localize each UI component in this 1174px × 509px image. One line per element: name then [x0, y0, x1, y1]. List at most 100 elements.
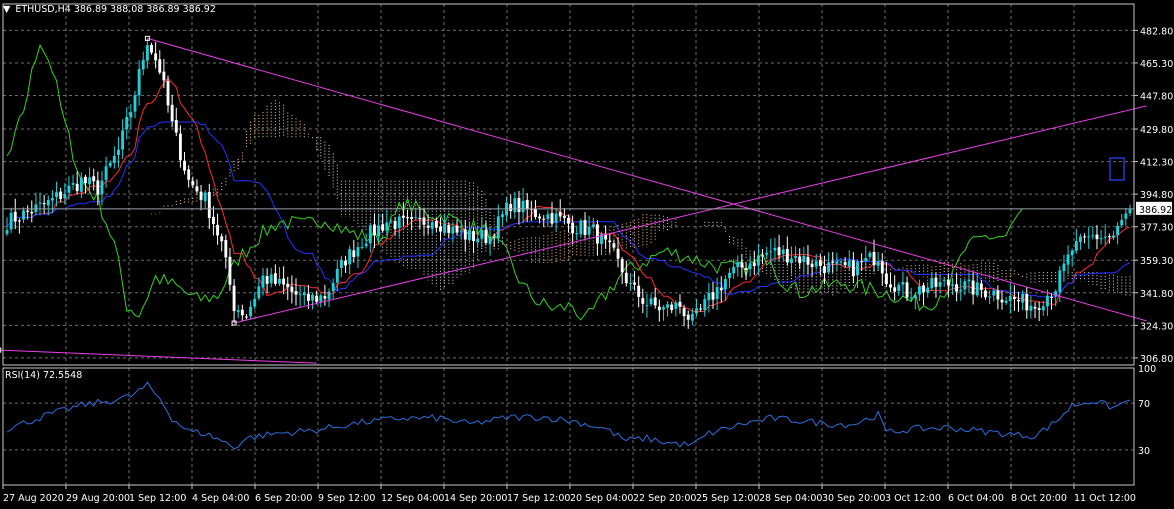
candle-body — [765, 252, 769, 255]
candle — [1095, 225, 1099, 250]
candle — [121, 119, 125, 159]
candle-body — [100, 180, 104, 195]
candle-body — [108, 162, 112, 167]
time-tick-label: 1 Sep 12:00 — [129, 493, 186, 504]
candle-body — [798, 256, 802, 264]
candle — [843, 257, 847, 268]
candle — [703, 294, 707, 317]
candle-body — [715, 287, 719, 299]
candles[interactable] — [5, 38, 1132, 329]
candle — [682, 304, 686, 327]
candle-body — [286, 283, 290, 288]
candle — [670, 301, 674, 314]
candle-body — [534, 209, 537, 218]
candle — [150, 42, 153, 55]
candle — [686, 310, 690, 329]
candle-body — [467, 230, 471, 241]
candle — [1070, 248, 1074, 267]
candle-body — [46, 200, 50, 206]
candle — [1116, 222, 1120, 245]
candle-body — [145, 45, 149, 61]
candle — [624, 260, 628, 287]
price-tick-label: 465.30 — [1140, 59, 1173, 70]
candle-body — [711, 292, 715, 300]
candle — [975, 273, 979, 298]
candle-body — [1128, 208, 1132, 214]
time-tick-label: 9 Sep 12:00 — [318, 493, 375, 504]
candle — [352, 240, 356, 263]
candle-body — [740, 262, 744, 268]
candle-body — [868, 252, 872, 257]
candle-body — [723, 279, 727, 290]
candle — [216, 213, 220, 245]
candle-body — [158, 59, 162, 73]
candle-body — [513, 198, 517, 213]
candle — [455, 219, 459, 236]
candle — [525, 193, 529, 223]
candle-body — [9, 212, 13, 230]
candle — [133, 90, 137, 119]
menu-marker-icon[interactable]: ▼ — [3, 4, 10, 15]
time-axis: 27 Aug 2020 29 Aug 20:001 Sep 12:00 4 Sep … — [2, 485, 1136, 504]
candle — [608, 233, 612, 254]
candle — [381, 213, 385, 233]
time-tick-label: 14 Sep 20:00 — [444, 493, 507, 504]
candle — [92, 168, 96, 191]
candle-body — [562, 215, 566, 219]
candle-body — [818, 260, 822, 267]
candle-body — [769, 251, 773, 253]
candle — [723, 275, 727, 301]
candle — [917, 279, 921, 302]
candle-body — [777, 247, 781, 256]
candle-body — [88, 177, 92, 185]
candle-body — [22, 210, 25, 220]
candle — [183, 151, 186, 175]
candle — [942, 277, 946, 287]
candle-body — [298, 294, 302, 296]
candle-body — [851, 260, 855, 277]
candle-body — [690, 314, 694, 321]
candle-body — [430, 222, 434, 229]
candle — [695, 299, 698, 317]
candle-body — [909, 297, 913, 299]
rsi-line — [6, 381, 1131, 450]
candle-body — [245, 316, 248, 318]
candle-body — [315, 295, 319, 302]
candle — [348, 245, 352, 275]
candle — [926, 282, 930, 298]
candle-body — [1087, 236, 1091, 238]
candle-body — [872, 252, 876, 266]
candle-body — [1120, 219, 1124, 226]
trendlines[interactable]: 386.92 — [0, 35, 1172, 364]
candle — [851, 252, 855, 284]
candle-body — [641, 298, 645, 304]
candle-body — [955, 284, 959, 292]
candle-body — [893, 287, 897, 292]
trendline — [147, 37, 1147, 322]
candle-body — [794, 255, 798, 258]
candle — [558, 199, 562, 222]
candle-body — [558, 212, 562, 217]
time-tick-label: 6 Oct 04:00 — [948, 493, 1004, 504]
candle — [232, 279, 236, 324]
candle-body — [224, 240, 228, 258]
candle — [112, 146, 116, 169]
candle — [1004, 296, 1008, 305]
candle — [488, 226, 492, 256]
candle-body — [211, 216, 215, 224]
candle — [249, 300, 253, 319]
candle-body — [191, 181, 195, 186]
candle — [620, 256, 624, 284]
candle-body — [59, 191, 63, 200]
candle-body — [517, 197, 521, 213]
price-tick-label: 377.30 — [1140, 223, 1173, 234]
candle — [1099, 229, 1103, 245]
candle-body — [125, 116, 129, 130]
candle-body — [34, 204, 38, 213]
candle-body — [670, 304, 674, 311]
candle-body — [748, 263, 752, 270]
candle-body — [707, 292, 711, 301]
candle — [666, 301, 670, 317]
candle-body — [1017, 299, 1020, 302]
candle-body — [612, 243, 616, 248]
